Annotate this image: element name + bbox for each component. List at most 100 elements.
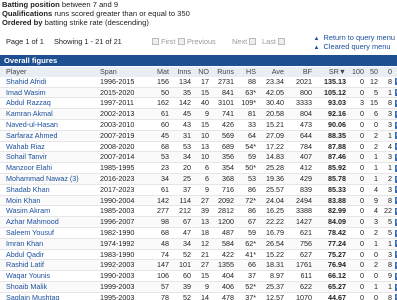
stat-cell: 13 [192,216,210,228]
column-header-runs[interactable]: Runs [210,67,235,77]
player-link[interactable]: Rashid Latif [0,259,94,272]
stat-cell: 0 [347,119,365,131]
row-expand-button[interactable]: ▸ [393,97,397,110]
column-header-no[interactable]: NO [192,67,210,77]
row-expand-button[interactable]: ▸ [393,76,397,88]
row-expand-button[interactable]: ▸ [393,292,397,300]
row-expand-button[interactable]: ▸ [393,141,397,153]
stat-cell: 2494 [285,195,313,207]
sr-cell: 87.88 [313,141,347,153]
column-header-hs[interactable]: HS [235,67,257,77]
stat-cell: 45 [148,130,170,142]
player-link[interactable]: Wahab Riaz [0,141,94,153]
stat-cell: 839 [285,184,313,196]
stat-cell: 60 [170,270,192,282]
stat-cell: 50 [148,87,170,99]
player-link[interactable]: Imran Khan [0,238,94,250]
table-row: Shoaib Malik 1999-2003 57 39 9 406 52* 25.37 622… [0,281,397,293]
stat-cell: 8.97 [257,270,285,282]
player-link[interactable]: Azhar Mahmood [0,216,94,228]
stat-cell: 101 [170,259,192,272]
stat-cell: 9 [379,270,393,282]
stat-cell: 62* [235,238,257,250]
table-row: Kamran Akmal 2002-2013 61 45 9 741 81 20.58 804 9… [0,108,397,120]
table-row: Mohammad Nawaz (3) 2016-2023 34 25 6 368 53 19.… [0,173,397,185]
column-header-ave[interactable]: Ave [257,67,285,77]
stat-cell: 1 [365,281,379,293]
player-link[interactable]: Kamran Akmal [0,108,94,120]
player-link[interactable]: Abdul Razzaq [0,97,94,110]
player-link[interactable]: Wasim Akram [0,205,94,218]
last-button[interactable]: Last [262,36,287,48]
sr-cell: 92.16 [313,108,347,120]
criteria-batting: Batting position between 7 and 9 [2,0,395,9]
stat-cell: 17 [192,76,210,88]
player-link[interactable]: Moin Khan [0,195,94,207]
span-cell: 2016-2023 [94,173,148,185]
stat-cell: 4 [365,184,379,196]
player-link[interactable]: Naved-ul-Hasan [0,119,94,131]
stat-cell: 2092 [210,195,235,207]
row-expand-button[interactable]: ▸ [393,281,397,293]
player-link[interactable]: Shadab Khan [0,184,94,196]
stat-cell: 35 [170,87,192,99]
row-expand-button[interactable]: ▸ [393,119,397,131]
column-header-50[interactable]: 50 [365,67,379,77]
player-link[interactable]: Sohail Tanvir [0,151,94,164]
span-cell: 2015-2020 [94,87,148,99]
next-icon [249,38,257,45]
row-expand-button[interactable]: ▸ [393,195,397,207]
column-header-player[interactable]: Player [0,67,94,77]
player-link[interactable]: Shahid Afridi [0,76,94,88]
stat-cell: 48 [148,238,170,250]
column-header-bf[interactable]: BF [285,67,313,77]
row-expand-button[interactable]: ▸ [393,249,397,261]
stat-cell: 422 [210,249,235,261]
row-expand-button[interactable]: ▸ [393,238,397,250]
column-header-inns[interactable]: Inns [170,67,192,77]
player-link[interactable]: Sarfaraz Ahmed [0,130,94,142]
row-expand-button[interactable]: ▸ [393,151,397,164]
row-expand-button[interactable]: ▸ [393,130,397,142]
row-expand-button[interactable]: ▸ [393,205,397,218]
player-link[interactable]: Saqlain Mushtaq [0,292,94,300]
stat-cell: 61 [148,184,170,196]
next-button[interactable]: Next [232,36,258,48]
stat-cell: 15 [192,119,210,131]
row-expand-button[interactable]: ▸ [393,162,397,174]
stat-cell: 63* [235,87,257,99]
row-expand-button[interactable]: ▸ [393,216,397,228]
stat-cell: 8 [379,292,393,300]
row-expand-button[interactable]: ▸ [393,87,397,99]
sr-cell: 82.99 [313,205,347,218]
player-link[interactable]: Manzoor Elahi [0,162,94,174]
sr-cell: 105.12 [313,87,347,99]
previous-label: Previous [187,37,216,46]
row-expand-button[interactable]: ▸ [393,184,397,196]
previous-button[interactable]: Previous [178,36,216,48]
row-expand-button[interactable]: ▸ [393,108,397,120]
stat-cell: 59 [235,227,257,239]
player-link[interactable]: Shoaib Malik [0,281,94,293]
player-link[interactable]: Abdul Qadir [0,249,94,261]
row-expand-button[interactable]: ▸ [393,270,397,282]
first-button[interactable]: First [152,36,175,48]
player-link[interactable]: Mohammad Nawaz (3) [0,173,94,185]
stat-cell: 147 [148,259,170,272]
column-header-0[interactable]: 0 [379,67,393,77]
row-expand-button[interactable]: ▸ [393,259,397,272]
stat-cell: 569 [210,130,235,142]
stat-cell: 429 [285,173,313,185]
player-link[interactable]: Waqar Younis [0,270,94,282]
stat-cell: 3 [365,216,379,228]
row-expand-button[interactable]: ▸ [393,173,397,185]
row-expand-button[interactable]: ▸ [393,227,397,239]
column-header-span[interactable]: Span [94,67,148,77]
column-header-100[interactable]: 100 [347,67,365,77]
player-link[interactable]: Saleem Yousuf [0,227,94,239]
column-header-mat[interactable]: Mat [148,67,170,77]
stat-cell: 5 [379,227,393,239]
column-header-sr[interactable]: SR▼ [313,67,347,77]
player-link[interactable]: Imad Wasim [0,87,94,99]
criteria-qualifications: Qualifications runs scored greater than … [2,9,395,18]
